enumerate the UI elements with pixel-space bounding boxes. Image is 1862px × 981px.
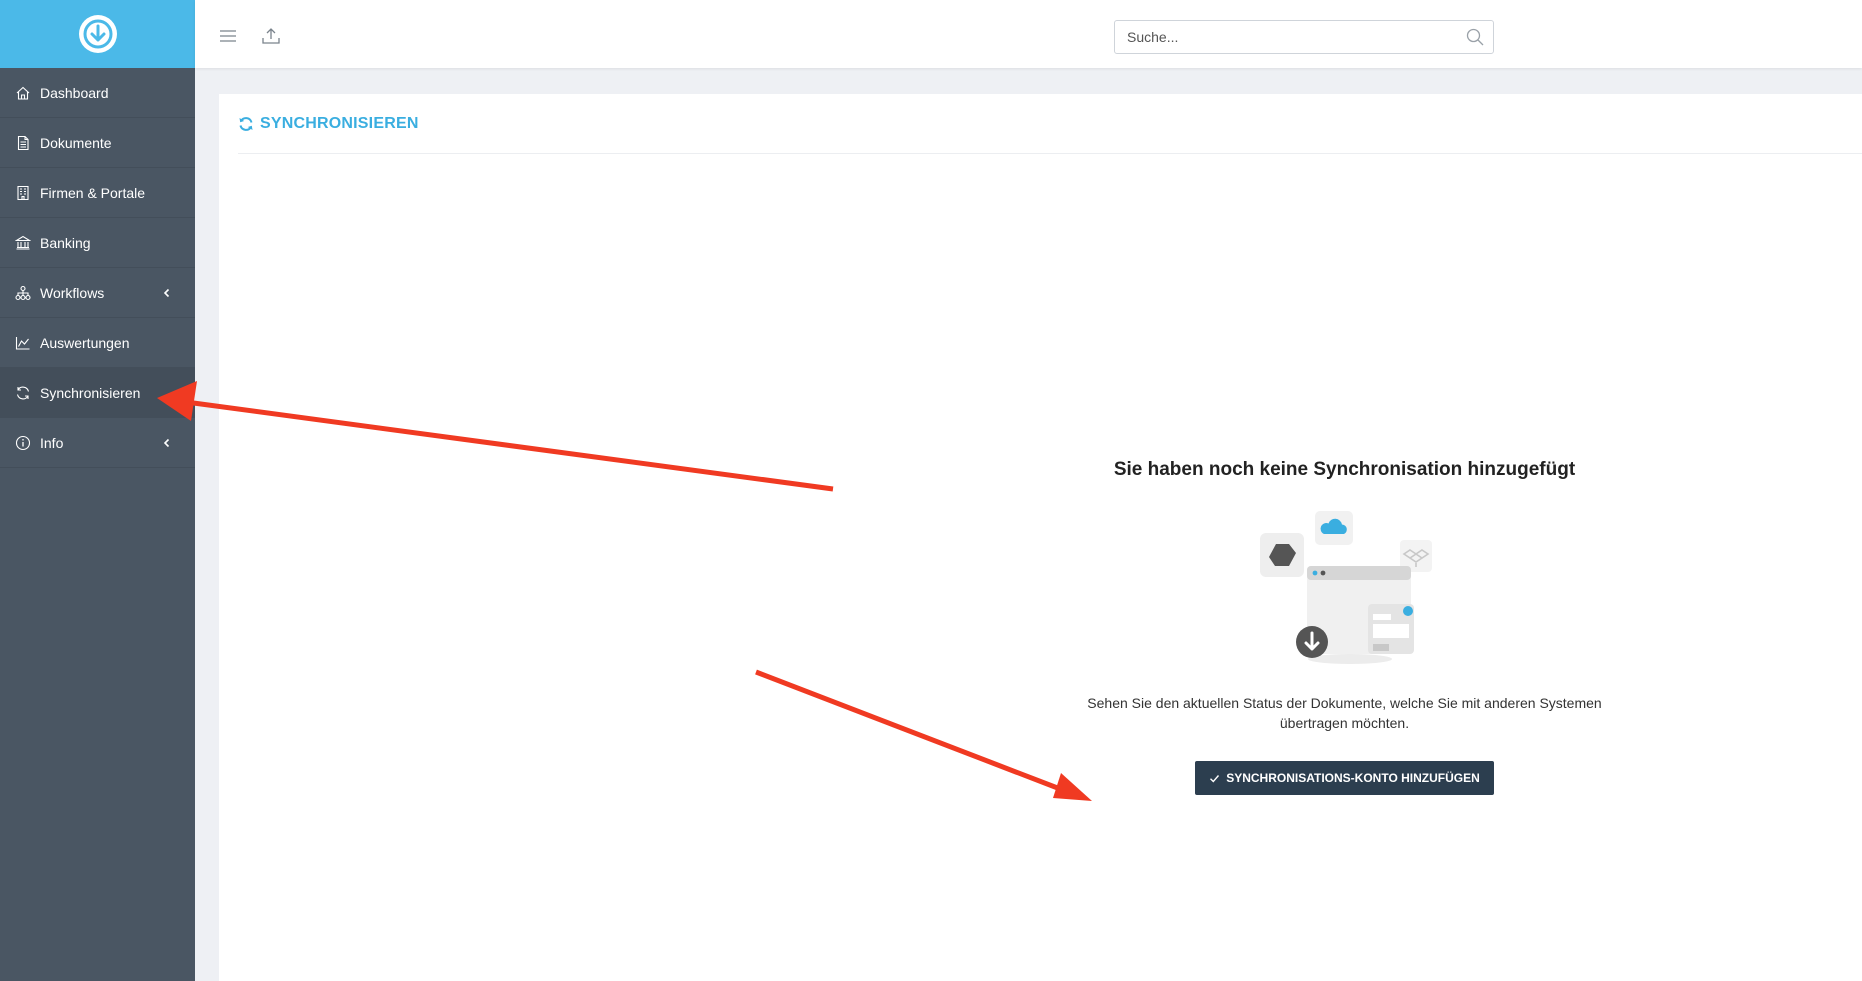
upload-icon[interactable] bbox=[260, 25, 282, 47]
sidebar-item-label: Firmen & Portale bbox=[40, 184, 146, 201]
description-line-1: Sehen Sie den aktuellen Status der Dokum… bbox=[1087, 695, 1602, 711]
bank-icon bbox=[15, 235, 31, 251]
empty-state-heading: Sie haben noch keine Synchronisation hin… bbox=[1113, 459, 1576, 480]
chart-icon bbox=[15, 335, 31, 351]
page-title: SYNCHRONISIEREN bbox=[260, 114, 419, 132]
add-sync-account-label: SYNCHRONISATIONS-KONTO HINZUFÜGEN bbox=[1226, 771, 1480, 785]
download-logo-icon bbox=[78, 15, 117, 53]
sync-icon bbox=[15, 385, 31, 401]
chevron-left-icon bbox=[157, 438, 177, 448]
document-icon bbox=[15, 135, 31, 151]
empty-state: Sie haben noch keine Synchronisation hin… bbox=[969, 459, 1720, 795]
sidebar-nav: Dashboard Dokumente Firmen & Portale Ban… bbox=[0, 68, 195, 468]
menu-toggle-icon[interactable] bbox=[217, 25, 239, 47]
sidebar: Dashboard Dokumente Firmen & Portale Ban… bbox=[0, 0, 195, 981]
sync-icon bbox=[238, 116, 254, 132]
building-icon bbox=[15, 185, 31, 201]
sync-illustration bbox=[1259, 511, 1432, 664]
content-card: SYNCHRONISIEREN Sie haben noch keine Syn… bbox=[219, 94, 1862, 981]
sidebar-item-label: Dokumente bbox=[40, 134, 112, 151]
sidebar-item-label: Workflows bbox=[40, 284, 105, 301]
workflow-icon bbox=[15, 285, 31, 301]
chevron-left-icon bbox=[157, 288, 177, 298]
sidebar-item-info[interactable]: Info bbox=[0, 418, 195, 468]
home-icon bbox=[15, 85, 31, 101]
search-icon[interactable] bbox=[1465, 27, 1485, 52]
sidebar-item-dokumente[interactable]: Dokumente bbox=[0, 118, 195, 168]
sidebar-item-label: Info bbox=[40, 434, 64, 451]
sidebar-item-label: Dashboard bbox=[40, 84, 109, 101]
add-sync-account-button[interactable]: SYNCHRONISATIONS-KONTO HINZUFÜGEN bbox=[1195, 761, 1494, 795]
sidebar-item-label: Banking bbox=[40, 234, 91, 251]
search-box bbox=[1114, 20, 1494, 54]
search-input[interactable] bbox=[1115, 21, 1445, 53]
sidebar-item-synchronisieren[interactable]: Synchronisieren bbox=[0, 368, 195, 418]
empty-state-description: Sehen Sie den aktuellen Status der Dokum… bbox=[969, 693, 1720, 733]
card-header: SYNCHRONISIEREN bbox=[238, 94, 1862, 154]
sidebar-item-auswertungen[interactable]: Auswertungen bbox=[0, 318, 195, 368]
topbar bbox=[195, 0, 1862, 68]
sidebar-item-firmen-portale[interactable]: Firmen & Portale bbox=[0, 168, 195, 218]
sidebar-item-banking[interactable]: Banking bbox=[0, 218, 195, 268]
description-line-2: übertragen möchten. bbox=[1279, 715, 1410, 731]
sidebar-item-label: Synchronisieren bbox=[40, 384, 141, 401]
check-icon bbox=[1210, 774, 1220, 783]
sidebar-item-workflows[interactable]: Workflows bbox=[0, 268, 195, 318]
brand-logo[interactable] bbox=[0, 0, 195, 68]
info-icon bbox=[15, 435, 31, 451]
sidebar-item-dashboard[interactable]: Dashboard bbox=[0, 68, 195, 118]
sidebar-item-label: Auswertungen bbox=[40, 334, 130, 351]
